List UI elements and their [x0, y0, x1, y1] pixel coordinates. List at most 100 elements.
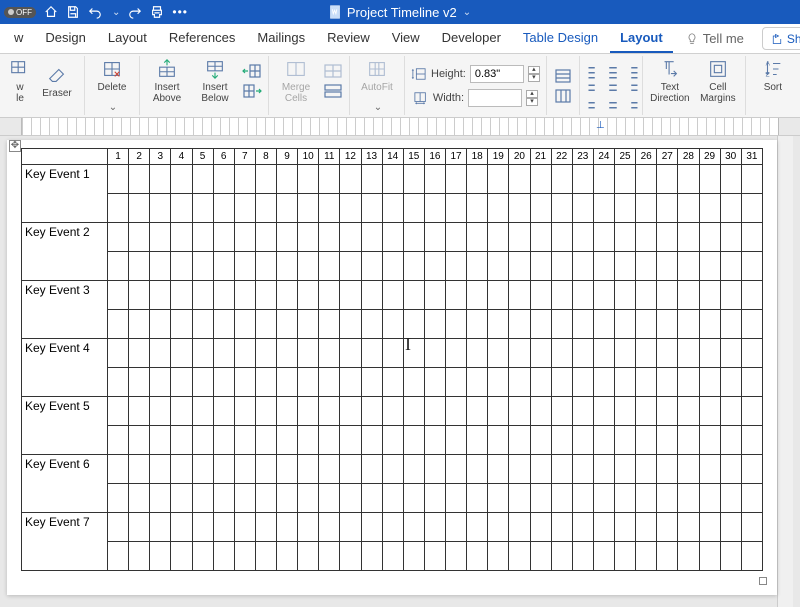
table-cell[interactable]	[467, 484, 488, 513]
table-cell[interactable]	[488, 339, 509, 368]
table-cell[interactable]	[171, 252, 192, 281]
table-cell[interactable]	[572, 281, 593, 310]
table-cell[interactable]	[615, 223, 636, 252]
insert-below-button[interactable]: Insert Below	[194, 58, 236, 104]
table-cell[interactable]	[593, 513, 614, 542]
table-cell[interactable]	[720, 513, 741, 542]
col-header[interactable]: 19	[488, 149, 509, 165]
horizontal-ruler[interactable]: ⊥	[0, 118, 800, 136]
table-cell[interactable]	[530, 542, 551, 571]
table-cell[interactable]	[720, 484, 741, 513]
table-cell[interactable]	[509, 339, 530, 368]
table-cell[interactable]	[572, 397, 593, 426]
table-cell[interactable]	[741, 223, 762, 252]
table-cell[interactable]	[213, 223, 234, 252]
table-cell[interactable]	[298, 310, 319, 339]
height-spinner[interactable]: ▴▾	[528, 66, 540, 82]
table-cell[interactable]	[129, 310, 150, 339]
table-cell[interactable]	[699, 165, 720, 194]
table-cell[interactable]	[636, 368, 657, 397]
table-cell[interactable]	[593, 281, 614, 310]
table-cell[interactable]	[213, 310, 234, 339]
table-cell[interactable]	[657, 397, 678, 426]
table-cell[interactable]	[108, 397, 129, 426]
table-cell[interactable]	[213, 252, 234, 281]
row-label[interactable]: Key Event 6	[22, 455, 108, 513]
col-header[interactable]: 3	[150, 149, 171, 165]
table-cell[interactable]	[615, 194, 636, 223]
table-cell[interactable]	[255, 339, 276, 368]
table-cell[interactable]	[446, 252, 467, 281]
table-cell[interactable]	[234, 339, 255, 368]
table-cell[interactable]	[488, 397, 509, 426]
tell-me-search[interactable]: Tell me	[675, 24, 754, 53]
table-cell[interactable]	[213, 194, 234, 223]
table-cell[interactable]	[234, 397, 255, 426]
table-cell[interactable]	[488, 223, 509, 252]
table-cell[interactable]	[509, 194, 530, 223]
width-spinner[interactable]: ▴▾	[526, 90, 538, 106]
table-cell[interactable]	[424, 368, 445, 397]
col-header[interactable]: 14	[382, 149, 403, 165]
table-cell[interactable]	[340, 165, 361, 194]
table-cell[interactable]	[298, 397, 319, 426]
table-cell[interactable]	[361, 165, 382, 194]
table-cell[interactable]	[678, 513, 699, 542]
table-cell[interactable]	[277, 542, 298, 571]
table-cell[interactable]	[657, 223, 678, 252]
table-cell[interactable]	[467, 310, 488, 339]
table-cell[interactable]	[741, 281, 762, 310]
table-cell[interactable]	[488, 484, 509, 513]
table-cell[interactable]	[129, 368, 150, 397]
table-cell[interactable]	[213, 542, 234, 571]
table-cell[interactable]	[678, 223, 699, 252]
table-cell[interactable]	[319, 513, 340, 542]
row-label[interactable]: Key Event 1	[22, 165, 108, 223]
col-header[interactable]: 21	[530, 149, 551, 165]
col-header[interactable]: 22	[551, 149, 572, 165]
table-cell[interactable]	[319, 310, 340, 339]
table-cell[interactable]	[192, 542, 213, 571]
table-cell[interactable]	[615, 252, 636, 281]
sort-button[interactable]: AZ Sort	[752, 58, 794, 93]
table-cell[interactable]	[234, 310, 255, 339]
table-cell[interactable]	[530, 484, 551, 513]
width-input[interactable]	[468, 89, 522, 107]
table-cell[interactable]	[319, 281, 340, 310]
table-cell[interactable]	[509, 397, 530, 426]
table-cell[interactable]	[699, 368, 720, 397]
table-cell[interactable]	[509, 542, 530, 571]
delete-button[interactable]: Delete	[91, 58, 133, 93]
table-cell[interactable]	[530, 397, 551, 426]
row-label[interactable]: Key Event 2	[22, 223, 108, 281]
table-cell[interactable]	[593, 455, 614, 484]
col-header[interactable]: 2	[129, 149, 150, 165]
table-cell[interactable]	[403, 484, 424, 513]
table-cell[interactable]	[699, 281, 720, 310]
table-cell[interactable]	[298, 165, 319, 194]
table-cell[interactable]	[108, 513, 129, 542]
table-cell[interactable]	[277, 281, 298, 310]
table-cell[interactable]	[277, 339, 298, 368]
table-cell[interactable]	[192, 397, 213, 426]
table-cell[interactable]	[509, 165, 530, 194]
table-cell[interactable]	[255, 310, 276, 339]
table-cell[interactable]	[277, 310, 298, 339]
table-cell[interactable]	[530, 455, 551, 484]
table-cell[interactable]	[530, 281, 551, 310]
col-header[interactable]: 9	[277, 149, 298, 165]
table-cell[interactable]	[446, 223, 467, 252]
table-move-handle[interactable]: ✥	[9, 140, 21, 152]
autofit-button[interactable]: AutoFit	[356, 58, 398, 93]
table-cell[interactable]	[192, 513, 213, 542]
col-header[interactable]: 25	[615, 149, 636, 165]
col-header[interactable]: 30	[720, 149, 741, 165]
table-cell[interactable]	[572, 339, 593, 368]
table-cell[interactable]	[150, 194, 171, 223]
table-cell[interactable]	[741, 339, 762, 368]
table-cell[interactable]	[530, 426, 551, 455]
table-cell[interactable]	[509, 368, 530, 397]
table-cell[interactable]	[150, 513, 171, 542]
table-cell[interactable]	[446, 310, 467, 339]
table-cell[interactable]	[340, 339, 361, 368]
